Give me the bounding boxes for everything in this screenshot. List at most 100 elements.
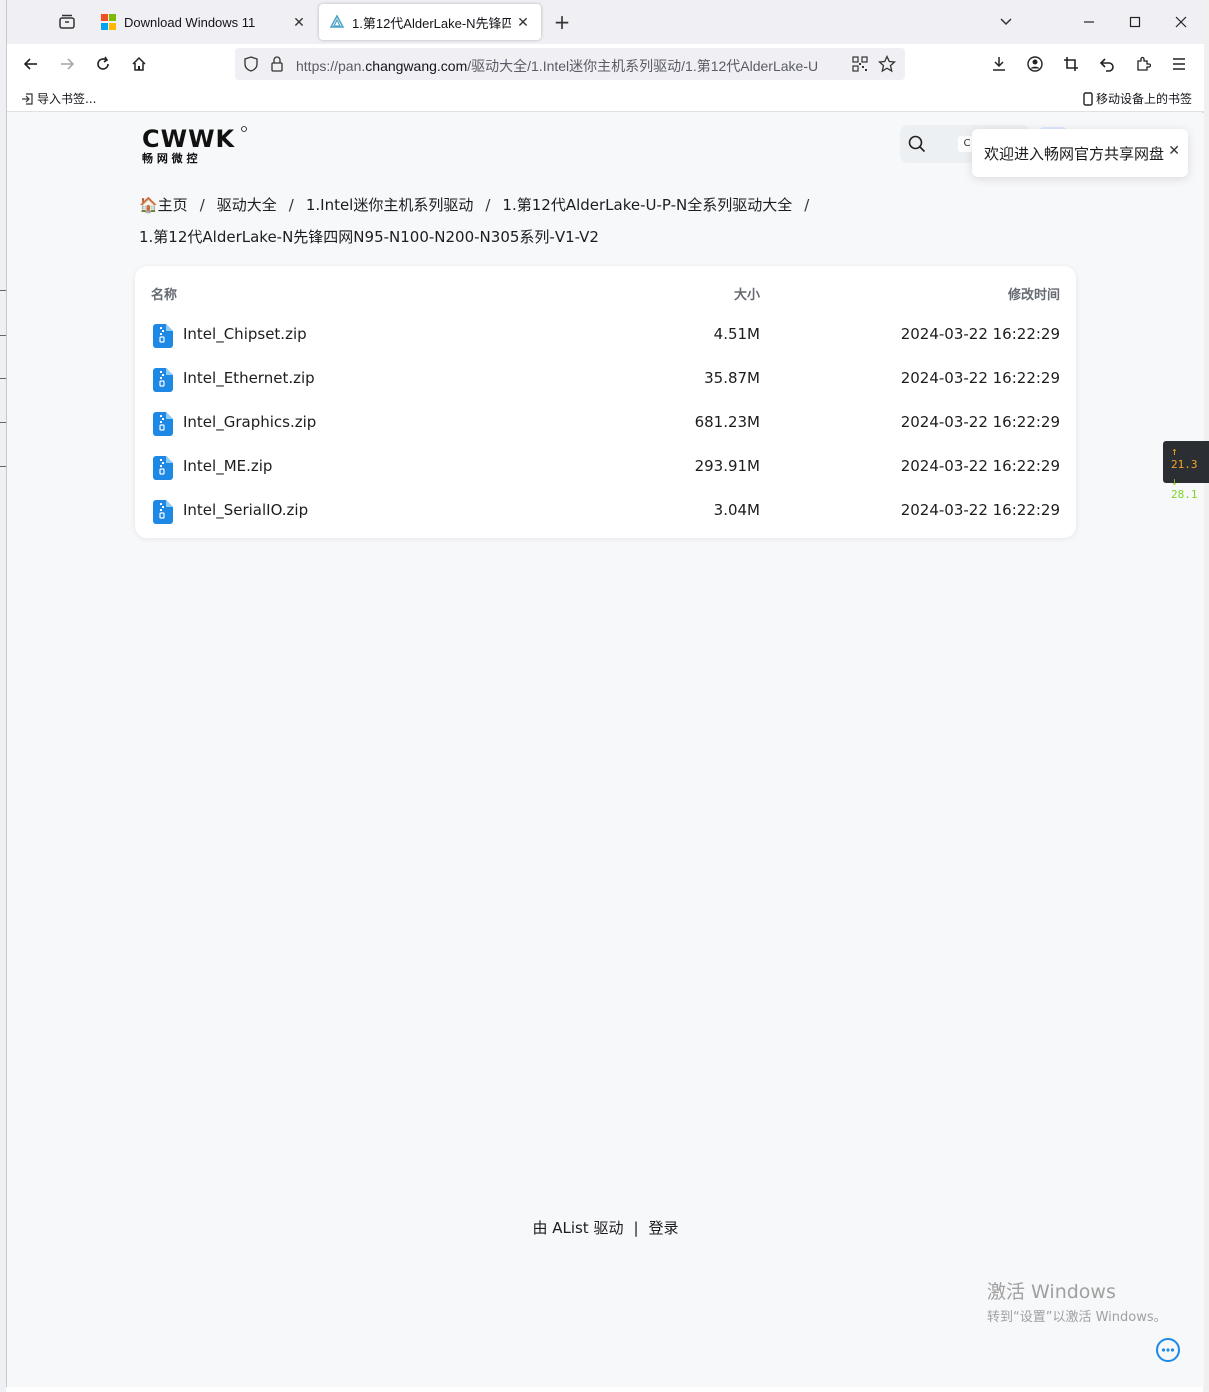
zip-file-icon	[153, 412, 173, 436]
file-row[interactable]: Intel_SerialIO.zip 3.04M 2024-03-22 16:2…	[135, 490, 1076, 534]
login-link[interactable]: 登录	[649, 1219, 679, 1237]
breadcrumb-item[interactable]: 驱动大全	[217, 196, 277, 214]
import-bookmarks-label: 导入书签...	[37, 92, 97, 106]
arrow-left-icon	[23, 58, 37, 70]
hamburger-menu-icon	[1173, 58, 1185, 70]
url-text[interactable]: https://pan.changwang.com/驱动大全/1.Intel迷你…	[296, 56, 844, 76]
navigation-bar: https://pan.changwang.com/驱动大全/1.Intel迷你…	[7, 44, 1204, 84]
list-all-tabs-button[interactable]	[991, 8, 1021, 36]
qr-code-icon[interactable]	[852, 56, 868, 72]
microsoft-logo-icon	[101, 14, 117, 30]
tab-bar: Download Windows 11 ✕ 1.第12代AlderLake-N先…	[7, 0, 1204, 44]
welcome-text: 欢迎进入畅网官方共享网盘	[984, 144, 1165, 163]
breadcrumb-current[interactable]: 1.第12代AlderLake-N先锋四网N95-N100-N200-N305系…	[139, 228, 599, 246]
file-modified: 2024-03-22 16:22:29	[900, 325, 1060, 343]
download-speed: ↓ 28.1	[1171, 475, 1198, 501]
file-size: 293.91M	[694, 457, 760, 475]
page-footer: 由 AList 驱动 | 登录	[7, 1217, 1204, 1238]
undo-close-button[interactable]	[1093, 50, 1121, 78]
arrow-right-icon	[61, 58, 75, 70]
breadcrumb-item[interactable]: 1.Intel迷你主机系列驱动	[306, 196, 474, 214]
breadcrumb-home[interactable]: 🏠主页	[139, 196, 188, 214]
reload-button[interactable]	[89, 50, 117, 78]
file-row[interactable]: Intel_Chipset.zip 4.51M 2024-03-22 16:22…	[135, 314, 1076, 358]
url-domain: changwang.com	[365, 58, 468, 74]
extensions-button[interactable]	[1129, 50, 1157, 78]
mobile-device-icon	[1083, 91, 1093, 106]
account-button[interactable]	[1021, 50, 1049, 78]
tab-download-windows[interactable]: Download Windows 11 ✕	[91, 4, 317, 40]
reload-icon	[97, 56, 109, 70]
screenshot-button[interactable]	[1057, 50, 1085, 78]
file-name: Intel_ME.zip	[183, 457, 273, 475]
minimize-button[interactable]	[1074, 8, 1104, 36]
column-header-modified[interactable]: 修改时间	[1008, 284, 1060, 303]
more-options-icon[interactable]	[1155, 1337, 1181, 1363]
file-size: 35.87M	[704, 369, 760, 387]
file-size: 4.51M	[713, 325, 760, 343]
new-tab-button[interactable]: +	[550, 10, 574, 34]
zip-file-icon	[153, 324, 173, 348]
upload-speed: ↑ 21.3	[1171, 445, 1198, 471]
close-tab-icon[interactable]: ✕	[515, 14, 531, 30]
logo-text: CWWK	[142, 125, 236, 153]
home-icon	[132, 56, 146, 71]
url-bar[interactable]: https://pan.changwang.com/驱动大全/1.Intel迷你…	[235, 48, 905, 80]
import-icon	[22, 92, 33, 105]
cwwk-logo[interactable]: CWWK 畅 网 微 控	[140, 125, 250, 165]
file-name: Intel_Graphics.zip	[183, 413, 317, 431]
breadcrumb-separator: /	[199, 196, 205, 214]
file-row[interactable]: Intel_Ethernet.zip 35.87M 2024-03-22 16:…	[135, 358, 1076, 402]
tab-overview-button[interactable]	[51, 8, 83, 36]
minimize-icon	[1084, 21, 1094, 23]
close-tab-icon[interactable]: ✕	[291, 14, 307, 30]
lock-icon[interactable]	[270, 56, 284, 72]
close-window-button[interactable]	[1166, 8, 1196, 36]
import-bookmarks-button[interactable]: 导入书签...	[21, 90, 96, 107]
footer-separator: |	[633, 1219, 639, 1237]
forward-button[interactable]	[53, 50, 81, 78]
cwwk-logo-icon: CWWK 畅 网 微 控	[142, 125, 247, 165]
puzzle-icon	[1137, 56, 1151, 71]
file-name: Intel_Chipset.zip	[183, 325, 307, 343]
page-content: CWWK 畅 网 微 控 C 欢迎进入畅网官方共享网盘 ✕ 🏠主页 / 驱动大全/1…	[7, 113, 1204, 1387]
logo-subtext: 畅 网 微 控	[142, 151, 198, 165]
breadcrumb-item[interactable]: 1.第12代AlderLake-U-P-N全系列驱动大全	[502, 196, 792, 214]
file-row[interactable]: Intel_Graphics.zip 681.23M 2024-03-22 16…	[135, 402, 1076, 446]
column-header-name[interactable]: 名称	[151, 284, 177, 303]
breadcrumb-separator: /	[804, 196, 810, 214]
download-icon	[993, 57, 1005, 71]
mobile-bookmarks-button[interactable]: 移动设备上的书签	[1083, 90, 1192, 107]
mobile-bookmarks-label: 移动设备上的书签	[1095, 92, 1192, 106]
star-icon[interactable]	[878, 55, 896, 73]
activation-title: 激活 Windows	[987, 1281, 1116, 1303]
shield-icon[interactable]	[243, 56, 259, 72]
file-size: 3.04M	[713, 501, 760, 519]
close-notification-icon[interactable]: ✕	[1168, 143, 1180, 159]
home-button[interactable]	[125, 50, 153, 78]
undo-icon	[1099, 58, 1114, 72]
powered-by-alist-link[interactable]: 由 AList 驱动	[532, 1219, 623, 1237]
welcome-notification: 欢迎进入畅网官方共享网盘 ✕	[972, 129, 1188, 177]
alist-logo-icon	[329, 14, 345, 28]
tab-overview-icon	[59, 14, 75, 29]
breadcrumb: 🏠主页 / 驱动大全 / 1.Intel迷你主机系列驱动 / 1.第12代AlderLake…	[139, 189, 859, 253]
bookmarks-bar: 导入书签... 移动设备上的书签	[7, 84, 1204, 112]
file-modified: 2024-03-22 16:22:29	[900, 501, 1060, 519]
maximize-button[interactable]	[1120, 8, 1150, 36]
close-icon	[1175, 16, 1187, 28]
zip-file-icon	[153, 500, 173, 524]
file-row[interactable]: Intel_ME.zip 293.91M 2024-03-22 16:22:29	[135, 446, 1076, 490]
back-button[interactable]	[17, 50, 45, 78]
downloads-button[interactable]	[985, 50, 1013, 78]
activation-subtitle: 转到“设置”以激活 Windows。	[987, 1310, 1167, 1325]
tab-alderlake-driver[interactable]: 1.第12代AlderLake-N先锋四网 ✕	[319, 4, 541, 40]
network-speed-widget: ↑ 21.3 ↓ 28.1	[1163, 441, 1209, 501]
file-name: Intel_SerialIO.zip	[183, 501, 309, 519]
breadcrumb-separator: /	[485, 196, 491, 214]
url-prefix: https://pan.	[296, 58, 366, 74]
column-header-size[interactable]: 大小	[734, 284, 760, 303]
tab-title: Download Windows 11	[124, 14, 256, 30]
account-icon	[1027, 56, 1043, 72]
menu-button[interactable]	[1165, 50, 1193, 78]
